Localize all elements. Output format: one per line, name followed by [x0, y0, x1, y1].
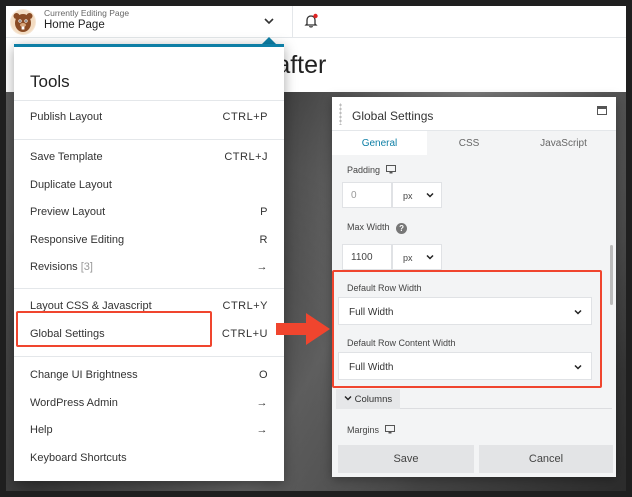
menu-divider: [14, 288, 284, 289]
menu-item-publish-layout[interactable]: Publish Layout CTRL+P: [14, 107, 284, 129]
revisions-label: Revisions: [30, 261, 78, 273]
menu-item-shortcut: O: [258, 369, 268, 381]
desktop-icon[interactable]: [384, 425, 395, 436]
menu-item-responsive-editing[interactable]: Responsive Editing R: [14, 230, 284, 252]
menu-divider: [14, 356, 284, 357]
beaver-logo-icon[interactable]: [10, 9, 36, 35]
menu-item-arrow-icon: →: [256, 424, 268, 436]
menu-item-keyboard-shortcuts[interactable]: Keyboard Shortcuts: [14, 448, 284, 470]
section-divider: [400, 408, 612, 409]
menu-divider: [14, 100, 284, 101]
padding-input[interactable]: 0: [342, 182, 392, 208]
menu-item-shortcut: CTRL+Y: [222, 300, 268, 312]
menu-item-label: Duplicate Layout: [30, 179, 112, 191]
tools-menu: Tools Publish Layout CTRL+P Save Templat…: [14, 44, 284, 481]
tools-menu-pointer: [262, 37, 276, 44]
panel-scrollbar[interactable]: [610, 245, 613, 305]
columns-section-toggle[interactable]: Columns: [336, 389, 400, 409]
chevron-down-icon[interactable]: [262, 14, 276, 28]
builder-top-bar: Currently Editing Page Home Page: [6, 6, 626, 38]
menu-item-shortcut: CTRL+J: [224, 151, 268, 163]
menu-item-label: Keyboard Shortcuts: [30, 452, 127, 464]
max-width-field-label: Max Width ?: [347, 222, 408, 234]
menu-item-duplicate-layout[interactable]: Duplicate Layout: [14, 175, 284, 197]
topbar-divider: [292, 6, 293, 38]
help-icon[interactable]: ?: [396, 223, 408, 234]
builder-window: Currently Editing Page Home Page rafter …: [6, 6, 626, 491]
menu-item-shortcut: R: [259, 234, 268, 246]
max-width-unit-select[interactable]: px: [392, 244, 442, 270]
menu-item-label: WordPress Admin: [30, 397, 118, 409]
menu-item-preview-layout[interactable]: Preview Layout P: [14, 202, 284, 224]
menu-item-arrow-icon: →: [256, 261, 268, 273]
menu-item-revisions[interactable]: Revisions [3] →: [14, 257, 284, 279]
panel-footer: Save Cancel: [332, 441, 616, 477]
unit-value: px: [403, 191, 413, 201]
menu-item-label: Publish Layout: [30, 111, 103, 123]
global-settings-highlight: [16, 311, 212, 347]
max-width-label: Max Width: [347, 222, 390, 232]
row-width-settings-highlight: [332, 270, 602, 388]
menu-item-label: Revisions [3]: [30, 261, 93, 273]
cancel-button[interactable]: Cancel: [479, 445, 613, 473]
unit-value: px: [403, 253, 413, 263]
menu-item-label: Preview Layout: [30, 206, 106, 218]
chevron-down-icon: [426, 254, 434, 260]
menu-item-change-ui-brightness[interactable]: Change UI Brightness O: [14, 365, 284, 387]
menu-item-shortcut: CTRL+P: [222, 111, 268, 123]
panel-tabs: General CSS JavaScript: [332, 131, 616, 155]
panel-title: Global Settings: [352, 109, 434, 123]
padding-field-label: Padding: [347, 165, 396, 176]
tab-css[interactable]: CSS: [427, 131, 511, 155]
menu-item-label: Responsive Editing: [30, 234, 125, 246]
menu-item-label: Save Template: [30, 151, 103, 163]
drag-handle-icon[interactable]: [339, 103, 342, 125]
desktop-icon[interactable]: [385, 165, 396, 176]
tools-menu-title: Tools: [30, 72, 70, 91]
margins-label: Margins: [347, 425, 380, 435]
menu-item-label: Help: [30, 424, 53, 436]
tab-general[interactable]: General: [332, 131, 427, 155]
menu-item-shortcut: CTRL+U: [221, 328, 268, 340]
menu-item-help[interactable]: Help →: [14, 420, 284, 442]
notification-bell-icon[interactable]: [303, 13, 319, 29]
menu-divider: [14, 139, 284, 140]
margins-field-label: Margins: [347, 425, 395, 436]
columns-section-label: Columns: [354, 394, 393, 405]
editing-label: Currently Editing Page: [44, 8, 130, 18]
menu-item-label: Change UI Brightness: [30, 369, 138, 381]
revisions-count: [3]: [80, 261, 93, 273]
padding-label: Padding: [347, 165, 381, 175]
current-page-name[interactable]: Home Page: [44, 19, 105, 31]
padding-unit-select[interactable]: px: [392, 182, 442, 208]
menu-item-wordpress-admin[interactable]: WordPress Admin →: [14, 393, 284, 415]
tab-javascript[interactable]: JavaScript: [511, 131, 616, 155]
red-arrow-icon: [276, 313, 330, 345]
menu-item-save-template[interactable]: Save Template CTRL+J: [14, 147, 284, 169]
chevron-down-icon: [426, 192, 434, 198]
menu-item-shortcut: P: [260, 206, 268, 218]
maximize-icon[interactable]: [597, 106, 607, 115]
max-width-input[interactable]: 1100: [342, 244, 392, 270]
menu-item-arrow-icon: →: [256, 397, 268, 409]
chevron-down-icon: [344, 396, 352, 401]
panel-header[interactable]: Global Settings: [332, 97, 616, 131]
save-button[interactable]: Save: [338, 445, 474, 473]
